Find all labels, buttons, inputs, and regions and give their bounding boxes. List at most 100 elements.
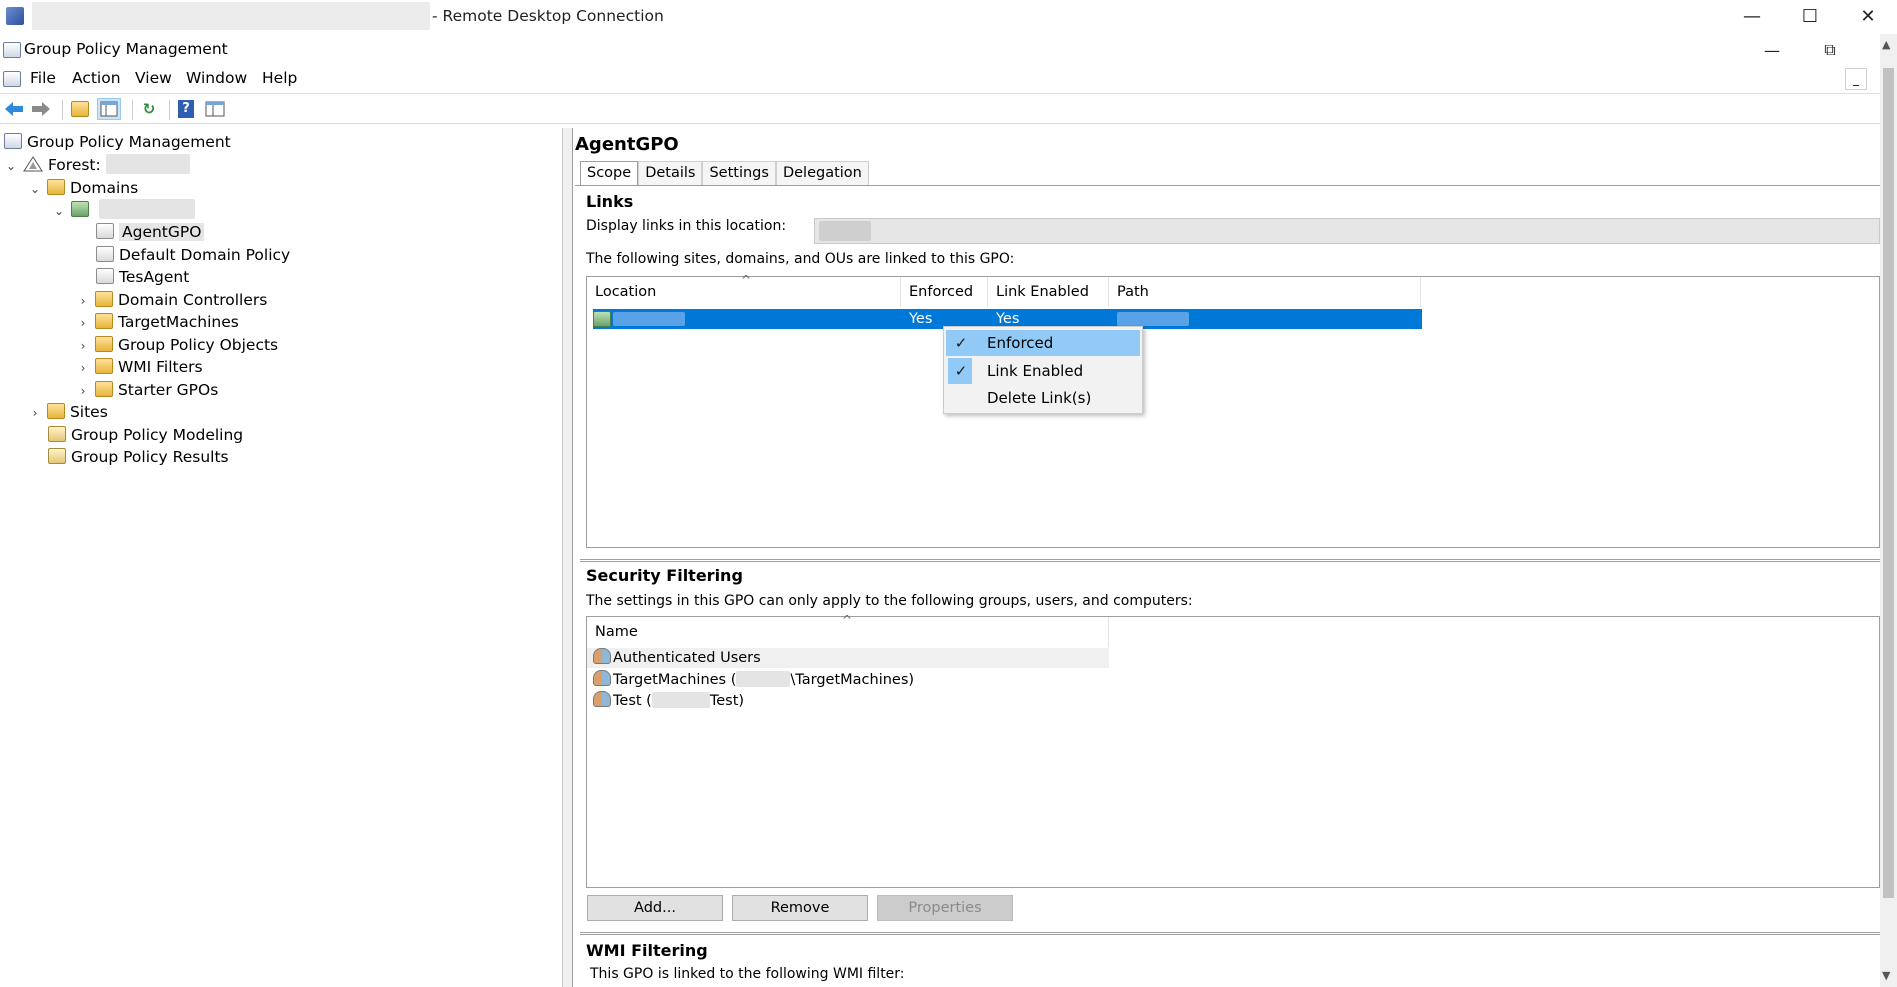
gpo-folder-icon [94,336,113,352]
chevron-right-icon[interactable]: › [76,335,90,358]
security-filtering-heading: Security Filtering [586,566,743,585]
tree-gp-results-label: Group Policy Results [71,448,229,466]
menu-file[interactable]: File [30,69,56,87]
menu-action[interactable]: Action [72,69,121,87]
security-row-suffix: \TargetMachines) [790,672,915,688]
tree-item-label: TargetMachines [117,313,239,331]
tree-forest[interactable]: ⌄ Forest: [4,154,190,177]
tree-gpm-root[interactable]: Group Policy Management [4,131,231,154]
tab-details[interactable]: Details [638,161,703,185]
tree-item-group-policy-objects[interactable]: › Group Policy Objects [76,334,278,357]
security-filter-list[interactable]: Name ^ Authenticated Users TargetMachine… [586,613,1880,888]
tree-item-domain-controllers[interactable]: › Domain Controllers [76,289,267,312]
menu-item-enforced[interactable]: ✓ Enforced [946,330,1140,356]
tab-delegation[interactable]: Delegation [775,161,869,185]
show-hide-tree-icon[interactable] [97,98,121,120]
tree-item-label: TesAgent [119,268,190,286]
menu-help[interactable]: Help [262,69,297,87]
forest-name-redacted [105,154,190,174]
column-path[interactable]: Path [1109,277,1421,307]
chevron-right-icon[interactable]: › [76,380,90,403]
rdp-minimize-button[interactable]: — [1723,0,1781,32]
chevron-right-icon[interactable]: › [28,402,42,425]
tree-domain[interactable]: ⌄ [52,199,195,222]
domain-icon [593,311,611,327]
table-row[interactable]: Test (Test) [587,691,1109,711]
tree-item-starter-gpos[interactable]: › Starter GPOs [76,379,218,402]
tree-item-agentgpo[interactable]: AgentGPO [96,221,205,244]
vertical-scrollbar[interactable]: ▲ ▼ [1880,34,1897,987]
display-links-location-select[interactable] [814,218,1880,244]
links-list[interactable]: Location ^ Enforced Link Enabled Path Ye… [586,273,1880,548]
scroll-up-icon[interactable]: ▲ [1882,38,1890,51]
security-row-name: Authenticated Users [613,650,761,666]
gpo-link-icon [96,246,114,262]
chevron-right-icon[interactable]: › [76,357,90,380]
forward-arrow-icon[interactable] [29,98,53,120]
table-row[interactable]: Authenticated Users [587,648,1109,668]
properties-button[interactable]: Properties [877,895,1013,921]
menu-item-link-enabled[interactable]: ✓ Link Enabled [946,358,1140,384]
app-minimize-button[interactable]: — [1743,34,1801,66]
tree-item-wmi-filters[interactable]: › WMI Filters [76,356,203,379]
menu-view[interactable]: View [135,69,172,87]
tree-domains[interactable]: ⌄ Domains [28,177,138,200]
ou-folder-icon [94,291,113,307]
rdp-close-button[interactable]: ✕ [1839,0,1897,32]
menu-item-link-enabled-label: Link Enabled [987,362,1084,380]
toolbar: ↻ ? [0,94,1897,124]
tree-item-label: Group Policy Objects [117,336,279,354]
path-redacted [1117,312,1189,326]
tree-gp-results[interactable]: Group Policy Results [48,446,229,469]
check-icon: ✓ [954,334,968,352]
toolbar-separator [132,100,133,120]
enforced-cell: Yes [909,311,933,327]
sort-up-icon: ^ [741,273,752,287]
chevron-down-icon[interactable]: ⌄ [28,178,42,201]
chevron-down-icon[interactable]: ⌄ [52,200,66,223]
scrollbar-thumb[interactable] [1883,68,1894,898]
up-folder-icon[interactable] [68,98,92,120]
chevron-right-icon[interactable]: › [76,290,90,313]
chevron-right-icon[interactable]: › [76,312,90,335]
add-button[interactable]: Add... [587,895,723,921]
gpm-app-icon [3,42,21,58]
rdp-maximize-button[interactable]: ☐ [1781,0,1839,32]
remove-button[interactable]: Remove [732,895,868,921]
pane-splitter[interactable] [563,128,573,987]
security-row-cell: Authenticated Users [593,648,761,668]
tab-scope[interactable]: Scope [580,161,639,185]
table-row[interactable]: TargetMachines (\TargetMachines) [587,670,1109,690]
tree-gp-modeling[interactable]: Group Policy Modeling [48,424,243,447]
tree-sites[interactable]: › Sites [28,401,108,424]
help-icon[interactable]: ? [174,98,198,120]
security-row-suffix: Test) [709,693,745,709]
tree-item-label: WMI Filters [117,358,203,376]
tree-item-targetmachines[interactable]: › TargetMachines [76,311,239,334]
scroll-down-icon[interactable]: ▼ [1882,969,1890,982]
properties-icon[interactable] [203,98,227,120]
chevron-down-icon[interactable]: ⌄ [4,155,18,178]
sort-up-icon: ^ [842,613,853,627]
tree-domains-label: Domains [69,179,139,197]
menu-window[interactable]: Window [186,69,247,87]
tree-item-tesagent[interactable]: TesAgent [96,266,189,289]
back-arrow-icon[interactable] [2,98,26,120]
menu-item-delete-links[interactable]: Delete Link(s) [946,385,1140,411]
tree-item-default-domain-policy[interactable]: Default Domain Policy [96,244,290,267]
location-redacted [613,312,685,326]
app-restore-button[interactable]: ⧉ [1801,34,1859,66]
tab-settings[interactable]: Settings [702,161,776,185]
column-enforced[interactable]: Enforced [901,277,988,307]
tree-item-label: Starter GPOs [117,381,219,399]
rdp-title-bar: - Remote Desktop Connection — ☐ ✕ [0,0,1897,34]
rdp-host-redacted [32,2,430,30]
wmi-filtering-heading: WMI Filtering [586,941,708,960]
modeling-icon [48,426,66,442]
refresh-icon[interactable]: ↻ [137,98,161,120]
column-link-enabled[interactable]: Link Enabled [988,277,1109,307]
domains-folder-icon [46,179,65,195]
security-filtering-info: The settings in this GPO can only apply … [586,593,1193,609]
mdi-minimize-button[interactable]: _ [1845,68,1867,90]
group-users-icon [593,670,611,686]
